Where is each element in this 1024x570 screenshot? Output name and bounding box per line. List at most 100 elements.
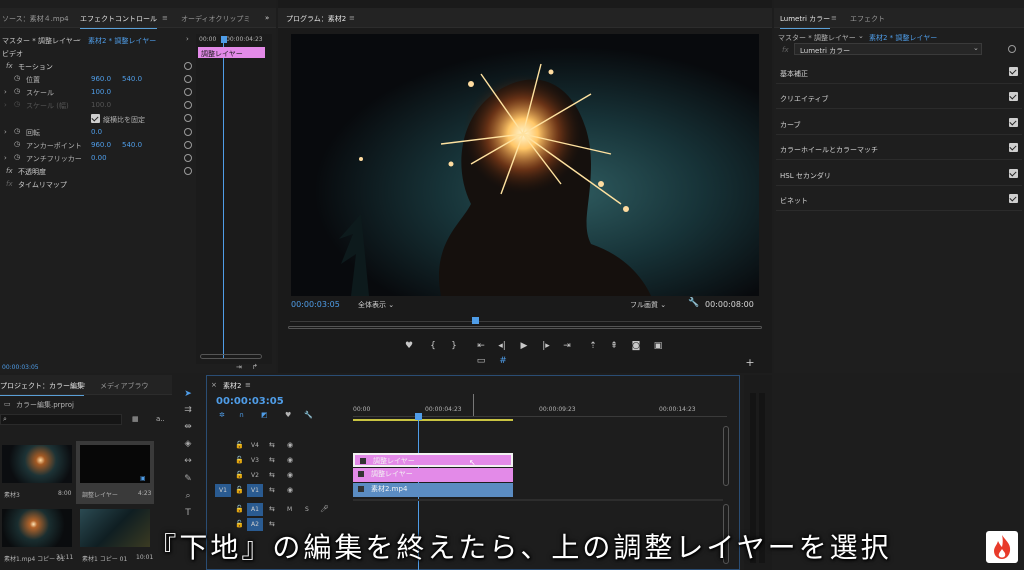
track-v3-header[interactable]: 🔓 V3 ⇆ ◉ [207,453,353,468]
section-hsl-secondary[interactable]: HSL セカンダリ [780,171,831,181]
add-marker-icon[interactable]: ♥ [285,411,291,419]
fx-badge-icon [360,458,366,464]
new-bin-icon[interactable]: ▦ [132,415,139,423]
creative-checkbox[interactable] [1009,92,1018,101]
pen-tool-icon[interactable]: ✎ [182,473,194,485]
zoom-tool-icon[interactable]: ⌕ [182,490,194,502]
ruler-label: 00:00 [353,406,371,413]
sync-lock-icon[interactable]: ⇆ [269,505,275,513]
mute-button[interactable]: M [287,506,292,513]
source-patch-v1-label: V1 [219,487,227,494]
track-v4-header[interactable]: 🔓 V4 ⇆ ◉ [207,438,353,453]
track-divider [353,499,723,501]
curves-checkbox[interactable] [1009,118,1018,127]
thumbnail-image [2,509,72,547]
track-label-v1[interactable]: V1 [247,484,263,497]
section-creative[interactable]: クリエイティブ [780,94,828,104]
ripple-edit-tool-icon[interactable]: ⇹ [182,421,194,433]
sync-lock-icon[interactable]: ⇆ [269,486,275,494]
section-basic-correction[interactable]: 基本補正 [780,69,808,79]
close-tab-icon[interactable]: × [211,381,217,389]
type-tool-icon[interactable]: T [182,507,194,519]
tab-media-browser[interactable]: メディアブラウ [100,381,149,391]
lumetri-sections: 基本補正 クリエイティブ カーブ カラーホイールとカラーマッチ HSL セカンダ… [0,0,1024,373]
mic-icon[interactable]: 🎤︎ [320,505,329,513]
ruler-label: 00:00:04:23 [425,406,462,413]
in-point-line [473,394,474,416]
timeline-ruler[interactable]: 00:00 00:00:04:23 00:00:09:23 00:00:14:2… [353,402,727,422]
lock-icon[interactable]: 🔓 [235,471,244,479]
panel-menu-icon[interactable]: ≡ [80,381,86,389]
track-label-a1[interactable]: A1 [247,503,263,516]
ruler-label: 00:00:14:23 [659,406,696,413]
project-item-selected[interactable]: ▣ 調整レイヤー 4:23 [76,441,154,504]
lock-icon[interactable]: 🔓 [235,441,244,449]
lock-icon[interactable]: 🔓 [235,456,244,464]
project-item-duration: 8:00 [58,490,72,497]
timeline-settings-icon[interactable]: 🔧 [304,411,313,419]
timeline-tabbar: × 素材2 ≡ [207,376,739,392]
eye-icon[interactable]: ◉ [287,486,293,494]
section-divider [776,210,1022,211]
eye-icon[interactable]: ◉ [287,441,293,449]
eye-icon[interactable]: ◉ [287,471,293,479]
timeline-playhead-handle[interactable] [415,413,422,420]
flame-icon [994,535,1011,559]
section-divider [776,83,1022,84]
selection-tool-icon[interactable]: ➤ [182,388,194,400]
tab-sequence[interactable]: 素材2 [223,381,241,391]
source-patch-v1[interactable]: V1 [215,484,231,497]
project-item-name: 素材3 [4,492,20,499]
solo-button[interactable]: S [305,506,309,513]
razor-tool-icon[interactable]: ◈ [182,438,194,450]
work-area-bar[interactable] [353,419,513,421]
subtitle-caption: 『下地』の編集を終えたら、上の調整レイヤーを選択 [120,526,920,564]
panel-menu-icon[interactable]: ≡ [245,381,251,389]
search-icon: ⌕ [3,415,7,423]
tab-project-label: プロジェクト：カラー編集 [0,382,84,390]
timeline-timecode[interactable]: 00:00:03:05 [216,396,284,407]
color-wheels-checkbox[interactable] [1009,143,1018,152]
slip-tool-icon[interactable]: ↔ [182,455,194,467]
clip-label: 調整レイヤー [373,457,415,465]
nest-icon[interactable]: ✲ [219,411,225,419]
project-file-name: カラー編集.prproj [16,401,74,409]
clip-adjustment-layer-v2[interactable]: 調整レイヤー [353,468,513,482]
sync-lock-icon[interactable]: ⇆ [269,441,275,449]
fx-badge-icon [358,471,364,477]
track-label-v1-text: V1 [251,487,259,494]
tab-project[interactable]: プロジェクト：カラー編集 [0,381,84,396]
project-item-duration: 4:23 [138,490,152,497]
project-item[interactable]: 素材3 8:00 [2,445,72,500]
project-item[interactable]: 素材1.mp4 コピー 01 31:11 [2,509,73,564]
sync-lock-icon[interactable]: ⇆ [269,456,275,464]
project-tabbar: プロジェクト：カラー編集 ≡ メディアブラウ [0,375,172,396]
hsl-secondary-checkbox[interactable] [1009,169,1018,178]
folder-icon: ▭ [4,400,11,408]
lock-icon[interactable]: 🔓 [235,486,244,494]
section-vignette[interactable]: ビネット [780,196,808,206]
section-curves[interactable]: カーブ [780,120,801,130]
track-a1-header[interactable]: 🔓 A1 ⇆ M S 🎤︎ [207,502,353,517]
timeline-vertical-scrollbar[interactable] [723,426,729,486]
clip-video-v1[interactable]: 素材2.mp4 [353,483,513,497]
track-v1-header[interactable]: V1 🔓 V1 ⇆ ◉ [207,483,353,498]
project-search-input[interactable]: ⌕ [0,414,122,425]
channel-logo [986,531,1018,563]
clip-adjustment-layer-v3[interactable]: 調整レイヤー [353,453,513,467]
vignette-checkbox[interactable] [1009,194,1018,203]
lock-icon[interactable]: 🔓 [235,505,244,513]
snap-icon[interactable]: ∩ [239,411,244,419]
eye-icon[interactable]: ◉ [287,456,293,464]
ruler-ticks [353,416,727,417]
subtitle-text: 『下地』の編集を終えたら、上の調整レイヤーを選択 [148,531,892,564]
more-icon[interactable]: a.. [156,415,165,423]
section-color-wheels[interactable]: カラーホイールとカラーマッチ [780,145,878,155]
track-select-tool-icon[interactable]: ⇉ [182,404,194,416]
sync-lock-icon[interactable]: ⇆ [269,471,275,479]
track-label-v3: V3 [251,457,259,464]
project-item-name: 調整レイヤー [82,492,118,499]
linked-selection-icon[interactable]: ◩ [261,411,268,419]
basic-correction-checkbox[interactable] [1009,67,1018,76]
track-v2-header[interactable]: 🔓 V2 ⇆ ◉ [207,468,353,483]
